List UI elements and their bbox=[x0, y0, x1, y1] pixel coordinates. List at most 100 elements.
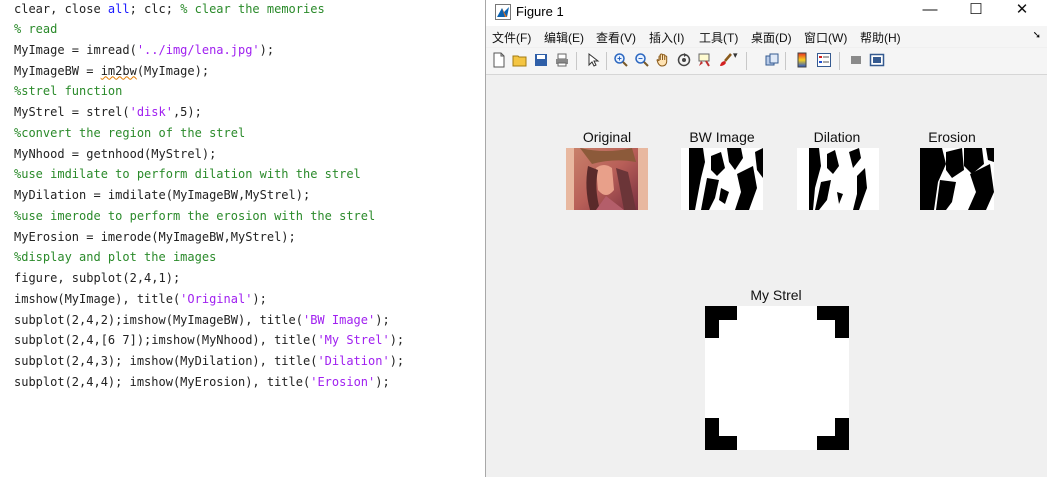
legend-icon[interactable] bbox=[816, 52, 832, 68]
code-token: ); bbox=[259, 42, 275, 57]
code-token: MyImage = imread( bbox=[14, 42, 137, 57]
erosion-image bbox=[920, 148, 994, 210]
code-line[interactable]: subplot(2,4,2);imshow(MyImageBW), title(… bbox=[14, 310, 404, 331]
code-token: MyDilation = imdilate(MyImageBW,MyStrel)… bbox=[14, 188, 311, 202]
code-token: subplot(2,4,2);imshow(MyImageBW), title( bbox=[14, 312, 303, 327]
code-token: MyStrel = strel( bbox=[14, 105, 130, 119]
code-token: clear, close bbox=[14, 2, 108, 16]
code-token: subplot(2,4,4); imshow(MyErosion), title… bbox=[14, 374, 311, 389]
code-line[interactable]: subplot(2,4,3); imshow(MyDilation), titl… bbox=[14, 351, 404, 372]
toolbar-separator bbox=[746, 52, 747, 70]
figure-toolbar: ▾ bbox=[486, 48, 1047, 75]
code-token: %strel function bbox=[14, 84, 123, 99]
code-line[interactable]: %strel function bbox=[14, 81, 404, 102]
code-token: imshow(MyImage), title( bbox=[14, 291, 181, 306]
code-line[interactable]: %display and plot the images bbox=[14, 247, 404, 268]
code-token: figure, subplot(2,4,1); bbox=[14, 271, 181, 285]
data-cursor-icon[interactable] bbox=[697, 52, 713, 68]
zoom-out-icon[interactable] bbox=[634, 52, 650, 68]
menu-overflow-icon[interactable]: ➘ bbox=[1033, 30, 1041, 41]
toolbar-separator bbox=[606, 52, 607, 70]
code-token: MyNhood = getnhood(MyStrel); bbox=[14, 146, 217, 161]
pan-icon[interactable] bbox=[655, 52, 671, 68]
code-token: ); bbox=[375, 374, 390, 389]
code-line[interactable]: MyDilation = imdilate(MyImageBW,MyStrel)… bbox=[14, 185, 404, 206]
code-token: %use imerode to perform the erosion with… bbox=[14, 208, 376, 223]
code-token: ,5); bbox=[172, 105, 202, 119]
code-token: %display and plot the images bbox=[14, 250, 217, 265]
toolbar-separator bbox=[839, 52, 840, 70]
code-token: % read bbox=[14, 22, 58, 36]
hide-tools-icon[interactable] bbox=[848, 52, 864, 68]
code-line[interactable]: %use imdilate to perform dilation with t… bbox=[14, 164, 404, 185]
new-figure-icon[interactable] bbox=[491, 52, 507, 68]
code-line[interactable]: %convert the region of the strel bbox=[14, 123, 404, 144]
code-token: % clear the memories bbox=[180, 2, 325, 16]
toolbar-separator bbox=[576, 52, 577, 70]
link-icon[interactable] bbox=[764, 52, 780, 68]
maximize-button[interactable]: ☐ bbox=[953, 0, 999, 22]
strel-image bbox=[705, 306, 849, 450]
code-line[interactable]: %use imerode to perform the erosion with… bbox=[14, 206, 404, 227]
code-token: 'My Strel' bbox=[317, 333, 390, 348]
menu-tools[interactable]: 工具(T) bbox=[699, 29, 738, 46]
code-line[interactable]: clear, close all; clc; % clear the memor… bbox=[14, 0, 404, 19]
code-line[interactable]: MyStrel = strel('disk',5); bbox=[14, 102, 404, 123]
brush-icon[interactable] bbox=[718, 52, 734, 68]
code-line[interactable]: % read bbox=[14, 19, 404, 40]
code-line[interactable]: MyImageBW = im2bw(MyImage); bbox=[14, 61, 404, 82]
code-token: subplot(2,4,[6 7]);imshow(MyNhood), titl… bbox=[14, 333, 318, 348]
figure-window: Figure 1 — ☐ ✕ 文件(F) 编辑(E) 查看(V) 插入(I) 工… bbox=[485, 0, 1047, 477]
code-editor[interactable]: clear, close all; clc; % clear the memor… bbox=[0, 0, 485, 477]
open-icon[interactable] bbox=[512, 52, 528, 68]
menu-file[interactable]: 文件(F) bbox=[492, 29, 531, 46]
title-bar[interactable]: Figure 1 — ☐ ✕ bbox=[486, 0, 1047, 26]
code-line[interactable]: subplot(2,4,4); imshow(MyErosion), title… bbox=[14, 372, 404, 393]
code-line[interactable]: subplot(2,4,[6 7]);imshow(MyNhood), titl… bbox=[14, 330, 404, 351]
print-icon[interactable] bbox=[554, 52, 570, 68]
code-line[interactable]: MyNhood = getnhood(MyStrel); bbox=[14, 144, 404, 165]
code-token: ); bbox=[389, 333, 405, 348]
dock-icon[interactable] bbox=[869, 52, 885, 68]
code-line[interactable]: MyImage = imread('../img/lena.jpg'); bbox=[14, 40, 404, 61]
menu-view[interactable]: 查看(V) bbox=[596, 29, 636, 46]
code-token: all bbox=[107, 2, 130, 16]
menu-help[interactable]: 帮助(H) bbox=[860, 29, 901, 46]
code-token: '../img/lena.jpg' bbox=[136, 42, 260, 57]
code-token: 'Original' bbox=[180, 291, 253, 306]
toolbar-separator bbox=[785, 52, 786, 70]
code-token: ; clc; bbox=[129, 2, 181, 16]
code-token: MyImageBW = bbox=[14, 63, 101, 78]
original-image bbox=[566, 148, 648, 210]
code-token: subplot(2,4,3); imshow(MyDilation), titl… bbox=[14, 354, 318, 368]
menu-insert[interactable]: 插入(I) bbox=[649, 29, 684, 46]
code-token: %use imdilate to perform dilation with t… bbox=[14, 167, 361, 182]
pointer-icon[interactable] bbox=[585, 52, 601, 68]
rotate-icon[interactable] bbox=[676, 52, 692, 68]
code-line[interactable]: figure, subplot(2,4,1); bbox=[14, 268, 404, 289]
code-token: ); bbox=[375, 312, 390, 327]
close-button[interactable]: ✕ bbox=[999, 0, 1045, 22]
code-token: im2bw bbox=[100, 63, 137, 78]
code-token: ); bbox=[252, 291, 267, 306]
save-icon[interactable] bbox=[533, 52, 549, 68]
code-text[interactable]: clear, close all; clc; % clear the memor… bbox=[14, 0, 404, 393]
colorbar-icon[interactable] bbox=[794, 52, 810, 68]
minimize-button[interactable]: — bbox=[907, 0, 953, 22]
code-line[interactable]: imshow(MyImage), title('Original'); bbox=[14, 289, 404, 310]
menu-edit[interactable]: 编辑(E) bbox=[544, 29, 584, 46]
code-token: ); bbox=[389, 354, 405, 368]
window-title: Figure 1 bbox=[516, 4, 564, 19]
code-token: %convert the region of the strel bbox=[14, 125, 246, 140]
subplot-title-erosion: Erosion bbox=[928, 129, 976, 145]
menu-window[interactable]: 窗口(W) bbox=[804, 29, 847, 46]
matlab-icon bbox=[495, 4, 511, 20]
bw-image bbox=[681, 148, 763, 210]
code-token: 'Erosion' bbox=[310, 374, 376, 389]
zoom-in-icon[interactable] bbox=[613, 52, 629, 68]
code-line[interactable]: MyErosion = imerode(MyImageBW,MyStrel); bbox=[14, 227, 404, 248]
menu-bar: 文件(F) 编辑(E) 查看(V) 插入(I) 工具(T) 桌面(D) 窗口(W… bbox=[486, 26, 1047, 47]
subplot-title-strel: My Strel bbox=[750, 287, 802, 303]
menu-desktop[interactable]: 桌面(D) bbox=[751, 29, 792, 46]
code-token: 'disk' bbox=[129, 105, 173, 119]
